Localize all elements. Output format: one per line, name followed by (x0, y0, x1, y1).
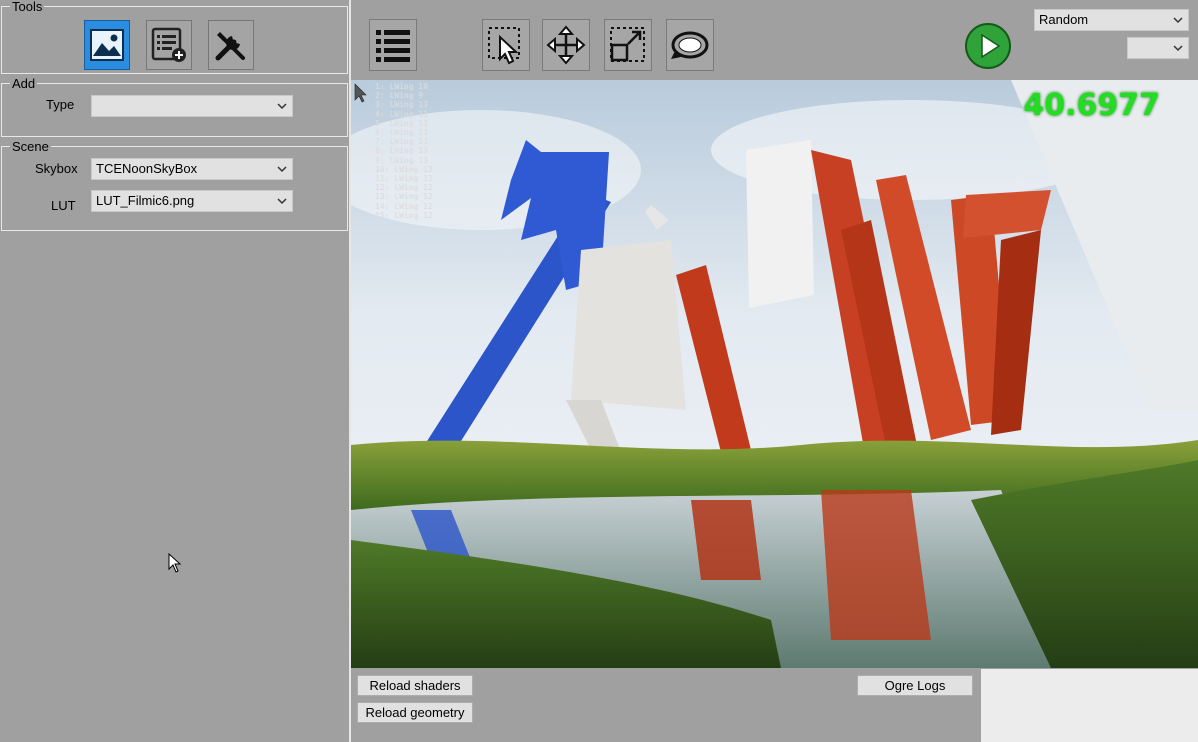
scale-tool-button[interactable] (604, 19, 652, 71)
play-icon (965, 23, 1011, 69)
chevron-down-icon (277, 103, 287, 110)
left-panel: Tools Add Type Scene Skybox TCENoonSkyBo… (0, 0, 349, 742)
stats-line: 9: LWing 13 (375, 155, 428, 165)
play-button[interactable] (964, 22, 1012, 70)
select-tool-button[interactable] (482, 19, 530, 71)
skybox-label: Skybox (35, 161, 78, 176)
image-icon (90, 29, 124, 61)
stats-line: 5: LWing 13 (375, 118, 428, 128)
skybox-select[interactable]: TCENoonSkyBox (91, 158, 293, 180)
mode-select-value: Random (1039, 12, 1089, 27)
mode-select[interactable]: Random (1034, 9, 1189, 31)
stats-line: 1: LWing 10 (375, 82, 428, 91)
secondary-select[interactable] (1127, 37, 1189, 59)
rotate-tool-button[interactable] (666, 19, 714, 71)
lut-select-value: LUT_Filmic6.png (96, 193, 195, 208)
mouse-cursor-icon (168, 553, 182, 573)
chevron-down-icon (277, 166, 287, 173)
chevron-down-icon (1173, 17, 1183, 24)
stats-line: 6: LWing 13 (375, 128, 428, 138)
chevron-down-icon (1173, 45, 1183, 52)
tools-legend: Tools (12, 0, 43, 14)
move-tool-button[interactable] (542, 19, 590, 71)
rotate-icon (671, 31, 709, 59)
lut-label: LUT (51, 198, 76, 213)
reload-geometry-button[interactable]: Reload geometry (357, 702, 473, 723)
stats-line: 10: LWing 13 (375, 164, 433, 174)
list-icon (376, 30, 410, 62)
tools-icon (215, 32, 245, 61)
render-viewport[interactable]: 1: LWing 10 2: LWing 9 3: LWing 13 4: LW… (351, 80, 1198, 668)
scale-icon (610, 27, 645, 62)
scene-render (351, 80, 1198, 668)
stats-line: 14: LWing 12 (375, 201, 433, 211)
fps-counter: 40.6977 (1023, 88, 1160, 123)
image-tool-button[interactable] (84, 20, 130, 70)
scene-legend: Scene (12, 139, 49, 154)
log-panel (981, 669, 1198, 742)
select-arrow-icon (488, 27, 520, 65)
list-add-icon (151, 27, 186, 62)
chevron-down-icon (277, 198, 287, 205)
settings-tool-button[interactable] (208, 20, 254, 70)
stats-line: 15: LWing 12 (375, 210, 433, 220)
stats-line: 11: LWing 12 (375, 174, 433, 184)
skybox-select-value: TCENoonSkyBox (96, 161, 198, 176)
stats-line: 8: LWing 13 (375, 146, 428, 156)
add-legend: Add (12, 76, 36, 91)
type-label: Type (46, 97, 75, 112)
list-button[interactable] (369, 19, 417, 71)
add-list-tool-button[interactable] (146, 20, 192, 70)
move-icon (546, 25, 586, 65)
scene-group: Scene (1, 140, 348, 231)
stats-line: 3: LWing 13 (375, 100, 428, 110)
stats-list: 1: LWing 10 2: LWing 9 3: LWing 13 4: LW… (375, 82, 433, 220)
ogre-logs-button[interactable]: Ogre Logs (857, 675, 973, 696)
stats-line: 4: LWing 13 (375, 109, 428, 119)
type-select[interactable] (91, 95, 293, 117)
lut-select[interactable]: LUT_Filmic6.png (91, 190, 293, 212)
reload-shaders-button[interactable]: Reload shaders (357, 675, 473, 696)
stats-line: 13: LWing 12 (375, 192, 433, 202)
